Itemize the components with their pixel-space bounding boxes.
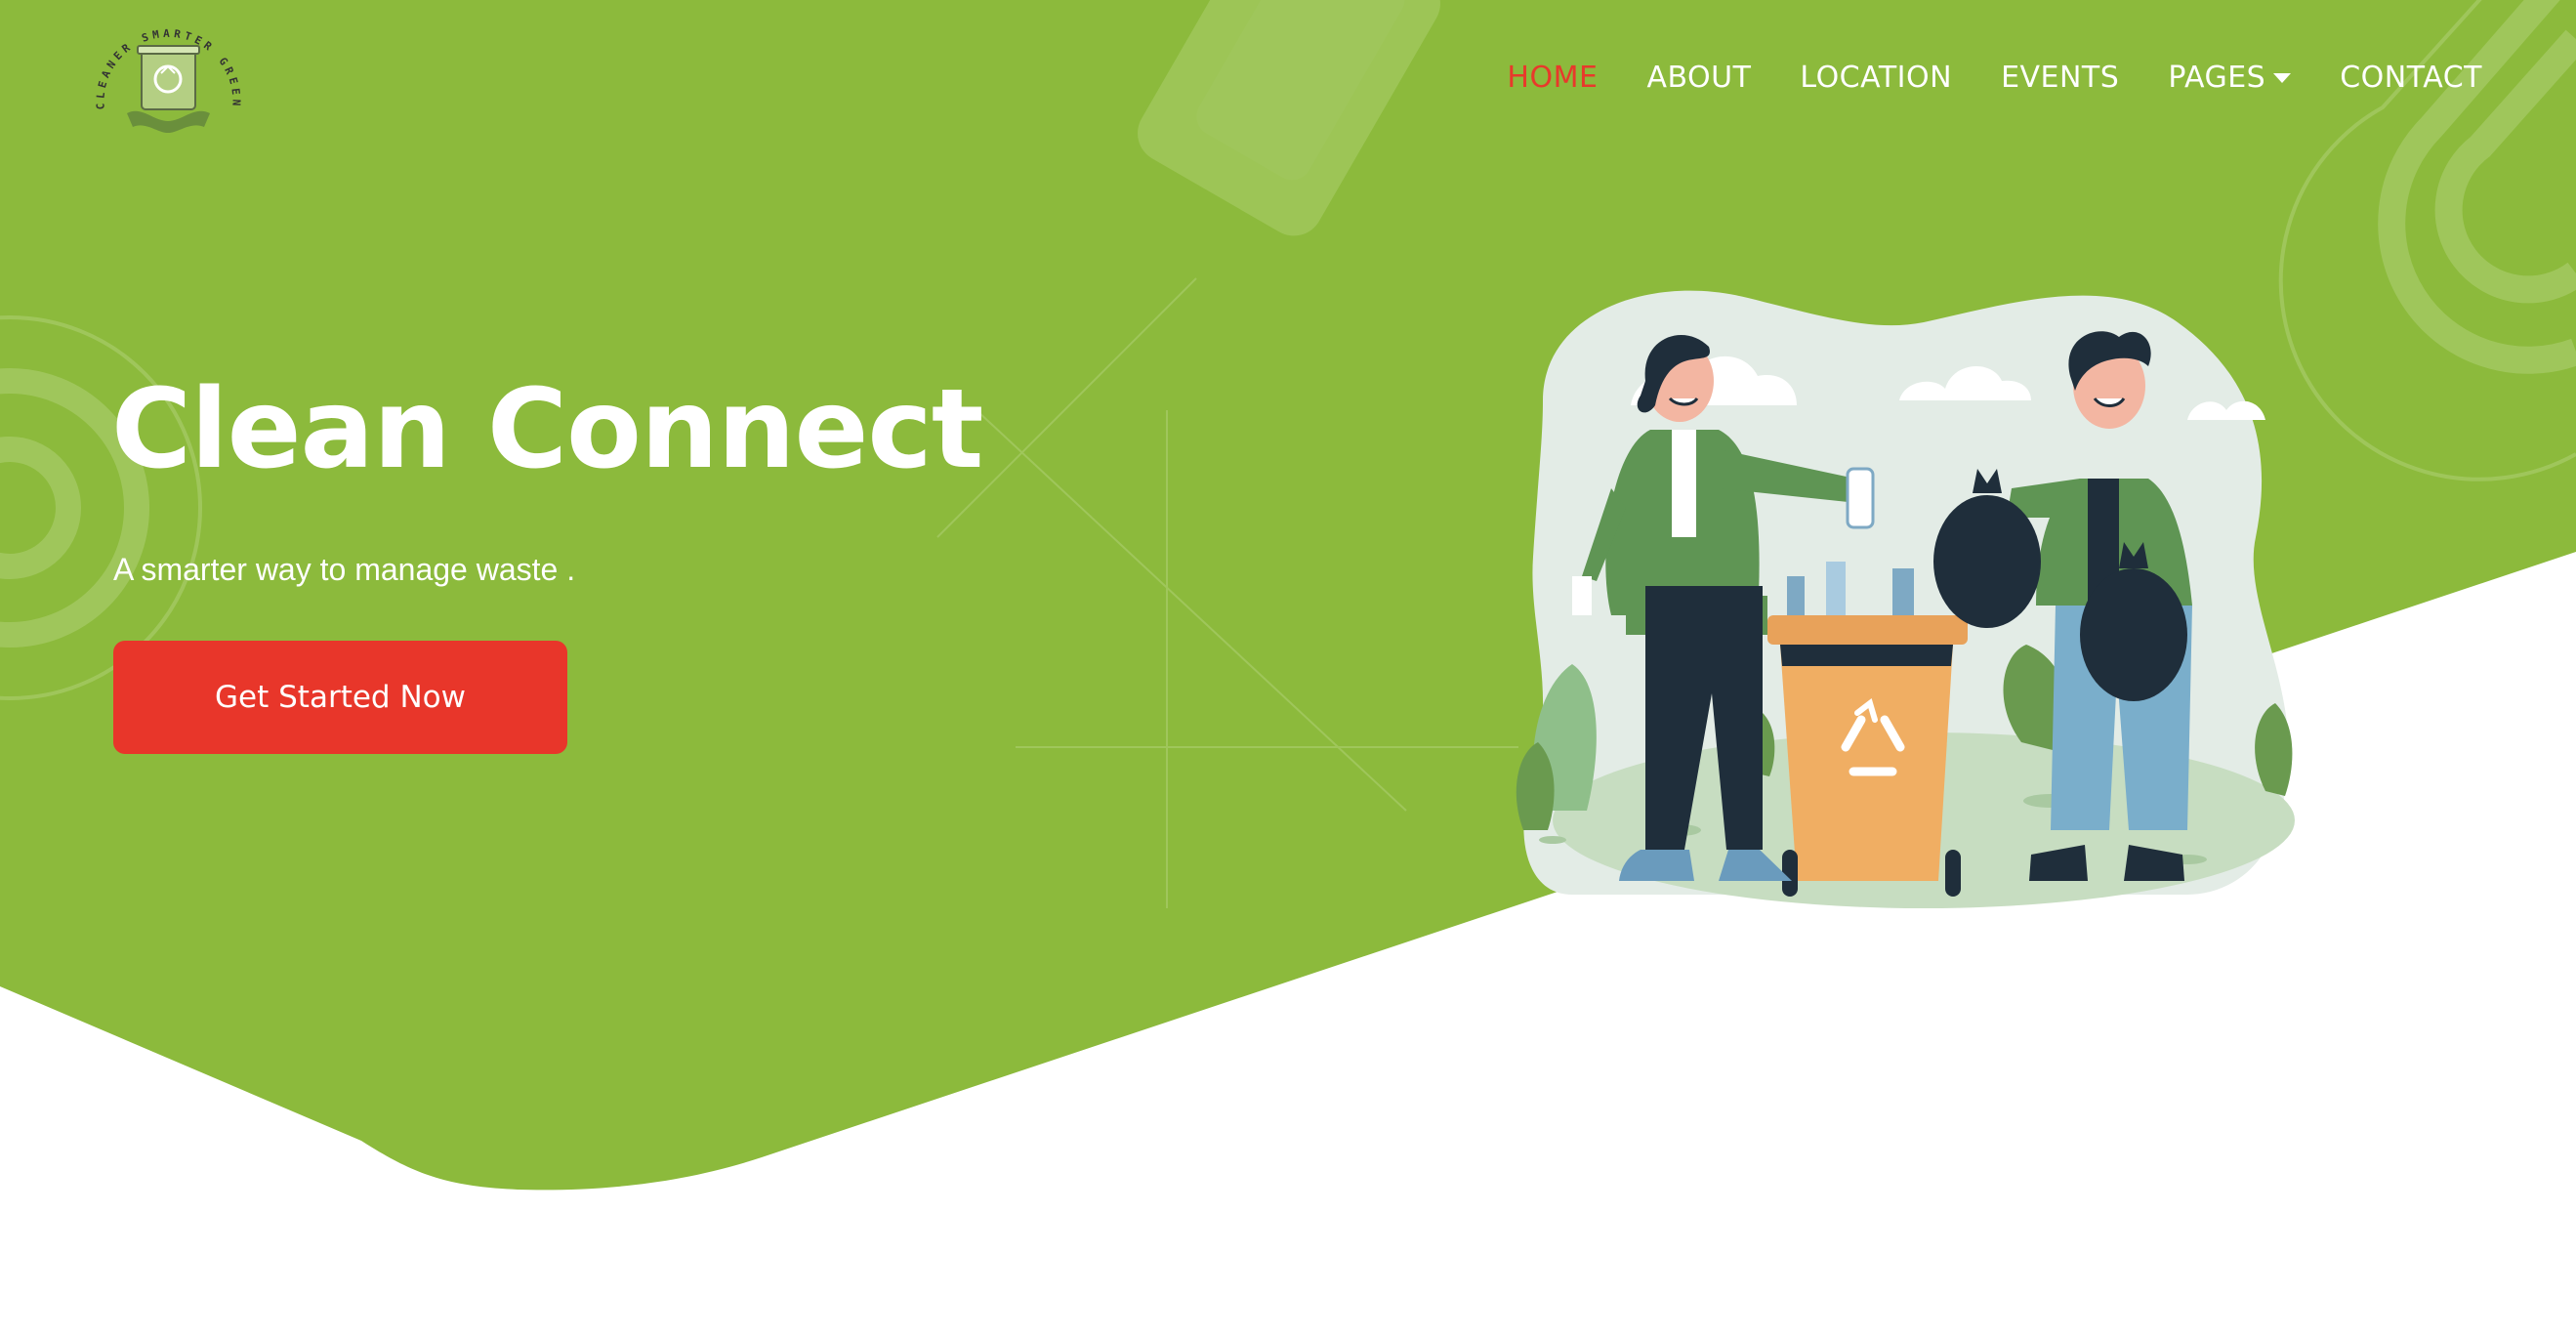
nav-events[interactable]: EVENTS	[2001, 61, 2119, 95]
nav-home[interactable]: HOME	[1507, 61, 1598, 95]
recycle-bin-hands-icon	[127, 45, 210, 133]
site-logo[interactable]: CLEANER SMARTER GREENER	[83, 20, 254, 146]
nav-label: PAGES	[2168, 61, 2266, 95]
nav-label: EVENTS	[2001, 61, 2120, 95]
nav-about[interactable]: ABOUT	[1646, 61, 1751, 95]
hero-subtitle: A smarter way to manage waste .	[113, 552, 576, 587]
nav-contact[interactable]: CONTACT	[2340, 61, 2482, 95]
nav-label: LOCATION	[1800, 61, 1953, 95]
get-started-button[interactable]: Get Started Now	[113, 641, 567, 754]
nav-label: CONTACT	[2340, 61, 2482, 95]
main-nav: HOME ABOUT LOCATION EVENTS PAGES CONTACT	[1458, 61, 2482, 95]
caret-down-icon	[2273, 72, 2292, 83]
nav-label: HOME	[1507, 61, 1599, 95]
nav-label: ABOUT	[1646, 61, 1752, 95]
nav-location[interactable]: LOCATION	[1800, 61, 1952, 95]
hero-title: Clean Connect	[111, 366, 983, 493]
nav-pages-dropdown[interactable]: PAGES	[2168, 61, 2292, 95]
hero-illustration	[1516, 290, 2295, 908]
